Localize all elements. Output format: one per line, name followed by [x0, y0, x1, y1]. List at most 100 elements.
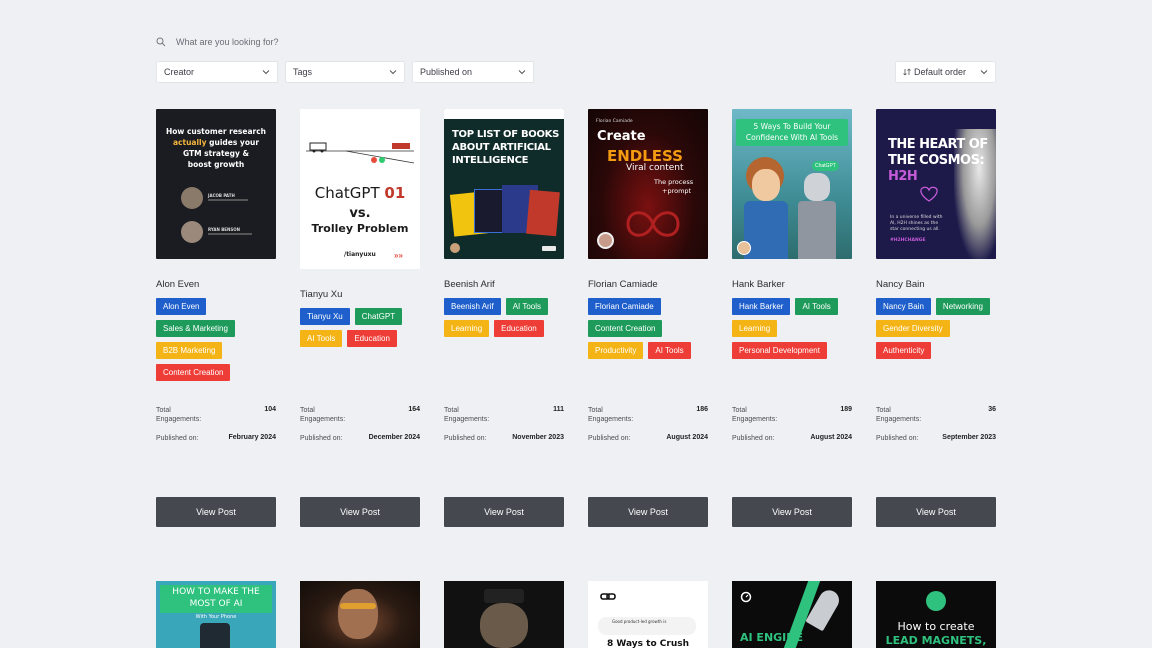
- trolley-illustration: [306, 142, 414, 164]
- tag[interactable]: Beenish Arif: [444, 298, 501, 315]
- post-card: Florian Camiade Create ENDLESS Viral con…: [588, 109, 708, 529]
- tag[interactable]: Nancy Bain: [876, 298, 931, 315]
- tag[interactable]: AI Tools: [795, 298, 838, 315]
- post-thumbnail[interactable]: How customer research actually guides yo…: [156, 109, 276, 259]
- search-input[interactable]: [176, 37, 476, 47]
- avatar: [181, 221, 203, 243]
- post-thumbnail[interactable]: ChatGPT 01 vs. Trolley Problem /tianyuxu…: [300, 109, 420, 269]
- filter-bar: Creator Tags Published on: [156, 61, 534, 83]
- tag[interactable]: AI Tools: [648, 342, 691, 359]
- view-post-button[interactable]: View Post: [444, 497, 564, 527]
- thumb-text: With Your Phone: [195, 614, 237, 620]
- tags-filter[interactable]: Tags: [285, 61, 405, 83]
- tag[interactable]: Education: [494, 320, 544, 337]
- tag[interactable]: Sales & Marketing: [156, 320, 235, 337]
- tag[interactable]: Gender Diversity: [876, 320, 950, 337]
- tag[interactable]: Networking: [935, 298, 990, 315]
- post-thumbnail[interactable]: How to create LEAD MAGNETS,: [876, 581, 996, 648]
- tag[interactable]: Content Creation: [588, 320, 663, 337]
- tag[interactable]: AI Tools: [300, 330, 343, 347]
- chat-bubble: ChatGPT: [812, 161, 839, 171]
- total-engagements-label: Total Engagements:: [732, 407, 778, 423]
- creator-name[interactable]: Alon Even: [156, 279, 199, 290]
- thumb-text: LEAD MAGNETS,: [885, 634, 987, 647]
- published-on-value: February 2024: [228, 434, 276, 441]
- post-thumbnail[interactable]: AI ENGINE: [732, 581, 852, 648]
- thumb-text: How to create: [897, 620, 975, 633]
- post-card: ChatGPT 01 vs. Trolley Problem /tianyuxu…: [300, 109, 420, 529]
- avatar: [181, 187, 203, 209]
- tag[interactable]: Tianyu Xu: [300, 308, 350, 325]
- post-thumbnail[interactable]: [444, 581, 564, 648]
- total-engagements-value: 36: [988, 406, 996, 413]
- view-post-button[interactable]: View Post: [876, 497, 996, 527]
- creator-name[interactable]: Nancy Bain: [876, 279, 925, 290]
- thumb-text: 01: [384, 184, 406, 202]
- post-thumbnail[interactable]: THE HEART OF THE COSMOS: H2H In a univer…: [876, 109, 996, 259]
- sort-icon: [903, 68, 911, 76]
- tag[interactable]: Content Creation: [156, 364, 231, 381]
- search-icon: [156, 37, 166, 47]
- post-card: 5 Ways To Build Your Confidence With AI …: [732, 109, 852, 529]
- post-thumbnail[interactable]: TOP LIST OF BOOKS ABOUT ARTIFICIAL INTEL…: [444, 109, 564, 259]
- view-post-button[interactable]: View Post: [588, 497, 708, 527]
- thumb-text: guides your: [206, 138, 260, 147]
- thumb-text: INTELLIGENCE: [452, 155, 529, 166]
- tag[interactable]: AI Tools: [505, 298, 549, 315]
- robot-head: [804, 173, 830, 201]
- creator-name[interactable]: Florian Camiade: [588, 279, 658, 290]
- thumb-text: TOP LIST OF BOOKS: [452, 129, 560, 140]
- infinity-icon: [626, 211, 680, 237]
- post-thumbnail[interactable]: HOW TO MAKE THE MOST OF AI With Your Pho…: [156, 581, 276, 648]
- sort-select[interactable]: Default order: [895, 61, 996, 83]
- creator-name[interactable]: Beenish Arif: [444, 279, 495, 290]
- tag[interactable]: Authenticity: [876, 342, 932, 359]
- published-on-value: November 2023: [512, 434, 564, 441]
- tag[interactable]: Learning: [732, 320, 778, 337]
- character-face: [752, 169, 780, 201]
- published-on-label: Published on:: [300, 435, 343, 442]
- published-on-value: December 2024: [368, 434, 420, 441]
- total-engagements-label: Total Engagements:: [300, 407, 346, 423]
- thumb-text: actually: [172, 138, 207, 147]
- tag-list: Florian Camiade Content Creation Product…: [588, 298, 708, 359]
- post-thumbnail[interactable]: 5 Ways To Build Your Confidence With AI …: [732, 109, 852, 259]
- total-engagements-label: Total Engagements:: [588, 407, 634, 423]
- total-engagements-value: 164: [408, 406, 420, 413]
- creator-name[interactable]: Tianyu Xu: [300, 289, 342, 300]
- thumb-text: Confidence With AI Tools: [745, 133, 839, 142]
- tag[interactable]: Productivity: [588, 342, 644, 359]
- published-on-filter[interactable]: Published on: [412, 61, 534, 83]
- post-thumbnail[interactable]: Good product-led growth is 8 Ways to Cru…: [588, 581, 708, 648]
- post-grid-row-2: HOW TO MAKE THE MOST OF AI With Your Pho…: [156, 581, 996, 648]
- thumb-text: H2H: [888, 169, 918, 184]
- view-post-button[interactable]: View Post: [732, 497, 852, 527]
- tag[interactable]: Personal Development: [732, 342, 827, 359]
- thumb-text: How customer research: [165, 127, 267, 136]
- tag[interactable]: Alon Even: [156, 298, 207, 315]
- post-thumbnail[interactable]: [300, 581, 420, 648]
- post-thumbnail[interactable]: Florian Camiade Create ENDLESS Viral con…: [588, 109, 708, 259]
- total-engagements-label: Total Engagements:: [156, 407, 202, 423]
- sort-label: Default order: [914, 67, 967, 77]
- tag[interactable]: Learning: [444, 320, 490, 337]
- published-on-label: Published on:: [876, 435, 919, 442]
- view-post-button[interactable]: View Post: [156, 497, 276, 527]
- tag[interactable]: ChatGPT: [354, 308, 403, 325]
- page: { "search": {"placeholder": "What are yo…: [0, 0, 1152, 648]
- creator-filter[interactable]: Creator: [156, 61, 278, 83]
- tag-list: Hank Barker AI Tools Learning Personal D…: [732, 298, 852, 359]
- avatar: [597, 232, 614, 249]
- book-cover: [526, 189, 560, 237]
- search-bar[interactable]: [156, 34, 556, 50]
- creator-name[interactable]: Hank Barker: [732, 279, 785, 290]
- published-on-filter-label: Published on: [420, 67, 473, 77]
- thumb-text: vs.: [349, 206, 371, 221]
- tag[interactable]: B2B Marketing: [156, 342, 223, 359]
- tag[interactable]: Hank Barker: [732, 298, 791, 315]
- tag[interactable]: Education: [347, 330, 397, 347]
- thumb-text: star connecting us all.: [890, 227, 940, 232]
- post-stats: Total Engagements: 189 Published on: Augus…: [732, 406, 852, 453]
- tag[interactable]: Florian Camiade: [588, 298, 661, 315]
- view-post-button[interactable]: View Post: [300, 497, 420, 527]
